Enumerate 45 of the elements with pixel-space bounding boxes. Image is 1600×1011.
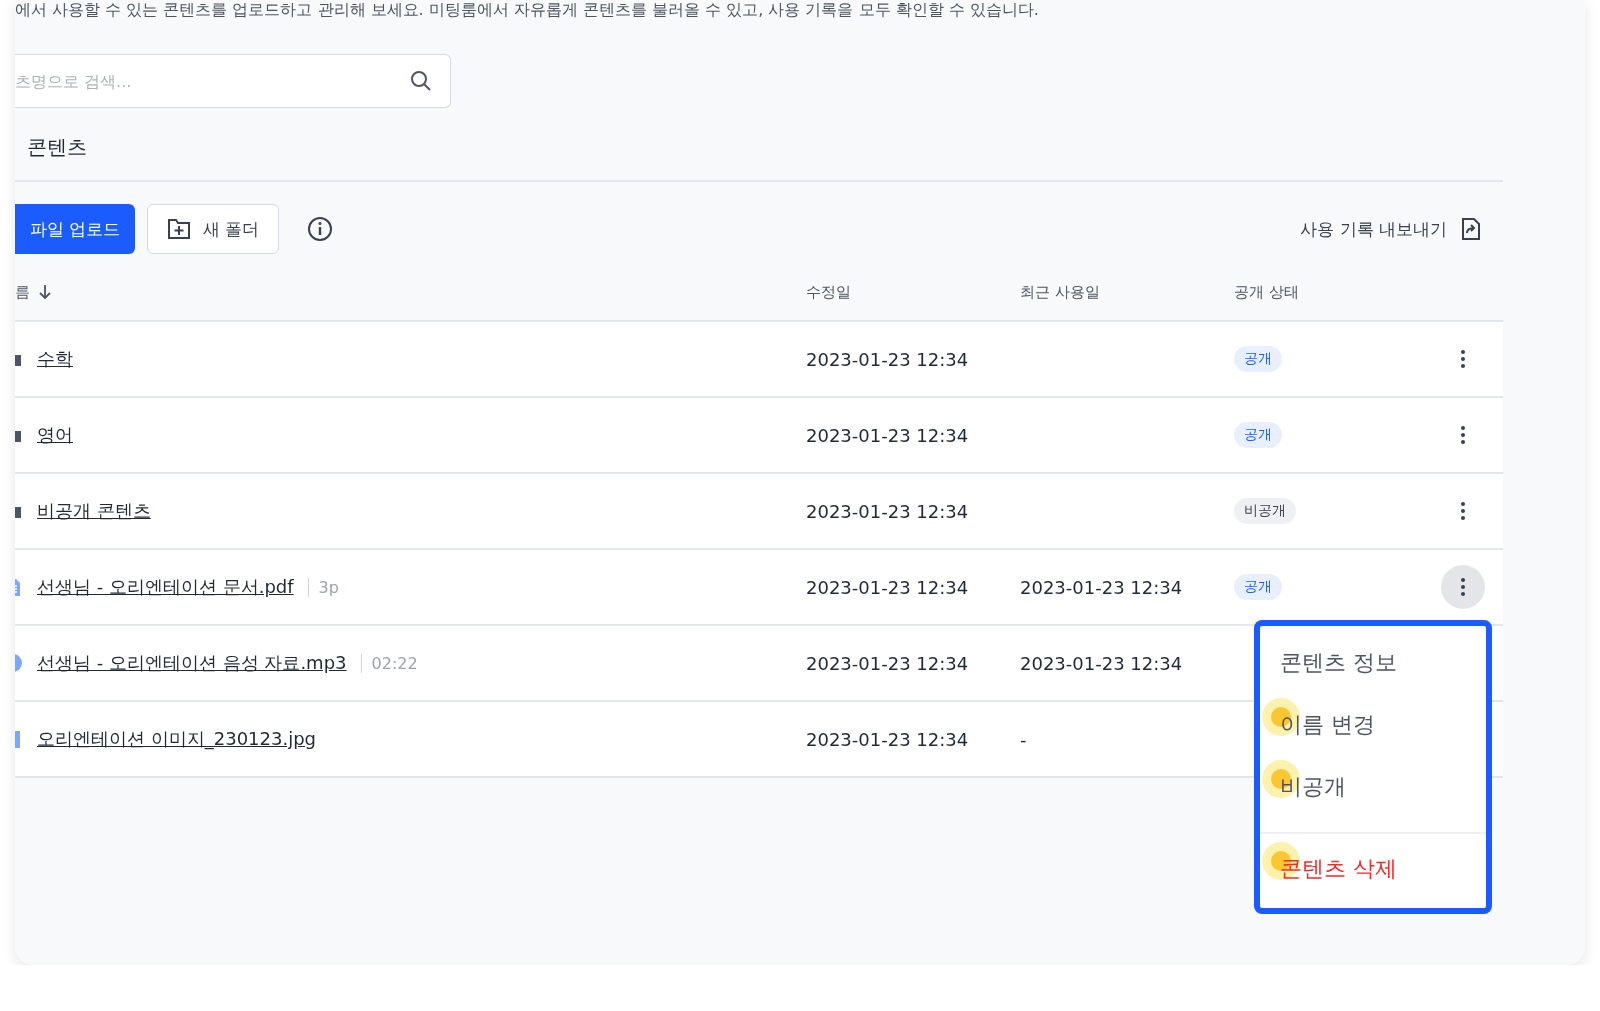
page-description: 에서 사용할 수 있는 콘텐츠를 업로드하고 관리해 보세요. 미팅룸에서 자유롭게 콘텐츠를 불러올 수 있고, 사용 기록을 모두 확인할 수 있습니다.: [15, 0, 1040, 20]
column-header[interactable]: 름: [15, 282, 806, 302]
file-name-link[interactable]: 영어: [37, 423, 73, 447]
modified-date: 2023-01-23 12:34: [806, 728, 970, 750]
menu-item[interactable]: 콘텐츠 삭제: [1260, 838, 1486, 900]
more-icon: [1460, 425, 1466, 445]
modified-date: 2023-01-23 12:34: [806, 424, 970, 446]
file-name-link[interactable]: 선생님 - 오리엔테이션 문서.pdf: [37, 575, 294, 599]
section-title: 콘텐츠: [26, 134, 88, 160]
column-header[interactable]: 최근 사용일: [1020, 282, 1234, 302]
export-file-icon: [1461, 217, 1481, 241]
column-header[interactable]: 수정일: [806, 282, 1020, 302]
file-name-link[interactable]: 비공개 콘텐츠: [37, 499, 151, 523]
menu-item[interactable]: 콘텐츠 정보: [1260, 632, 1486, 694]
last-used-date: -: [1020, 728, 1028, 750]
modified-date: 2023-01-23 12:34: [806, 500, 970, 522]
folder-plus-icon: [166, 218, 191, 240]
more-icon: [1460, 577, 1466, 597]
last-used-date: 2023-01-23 12:34: [1020, 652, 1184, 674]
info-icon: [307, 216, 333, 242]
file-name-link[interactable]: 수학: [37, 347, 73, 371]
status-badge: 비공개: [1234, 498, 1296, 524]
modified-date: 2023-01-23 12:34: [806, 652, 970, 674]
more-icon: [1460, 349, 1466, 369]
search-icon: [409, 69, 433, 93]
file-meta: 02:22: [360, 653, 418, 673]
status-badge: 공개: [1234, 422, 1282, 448]
status-badge: 공개: [1234, 574, 1282, 600]
menu-item[interactable]: 이름 변경: [1260, 694, 1486, 756]
last-used-date: 2023-01-23 12:34: [1020, 576, 1184, 598]
new-folder-button[interactable]: 새 폴더: [147, 204, 279, 254]
upload-button[interactable]: 파일 업로드: [15, 204, 135, 254]
file-meta: 3p: [307, 577, 339, 597]
search-field[interactable]: 츠명으로 검색...: [15, 54, 451, 108]
modified-date: 2023-01-23 12:34: [806, 576, 970, 598]
status-badge: 공개: [1234, 346, 1282, 372]
more-icon: [1460, 501, 1466, 521]
more-button[interactable]: [1441, 565, 1485, 609]
menu-item[interactable]: 비공개: [1260, 756, 1486, 818]
export-button[interactable]: 사용 기록 내보내기: [1300, 217, 1481, 241]
info-button[interactable]: [307, 216, 333, 242]
modified-date: 2023-01-23 12:34: [806, 348, 970, 370]
column-header[interactable]: 공개 상태: [1234, 282, 1503, 302]
file-name-link[interactable]: 오리엔테이션 이미지_230123.jpg: [37, 727, 316, 751]
file-name-link[interactable]: 선생님 - 오리엔테이션 음성 자료.mp3: [37, 651, 347, 675]
